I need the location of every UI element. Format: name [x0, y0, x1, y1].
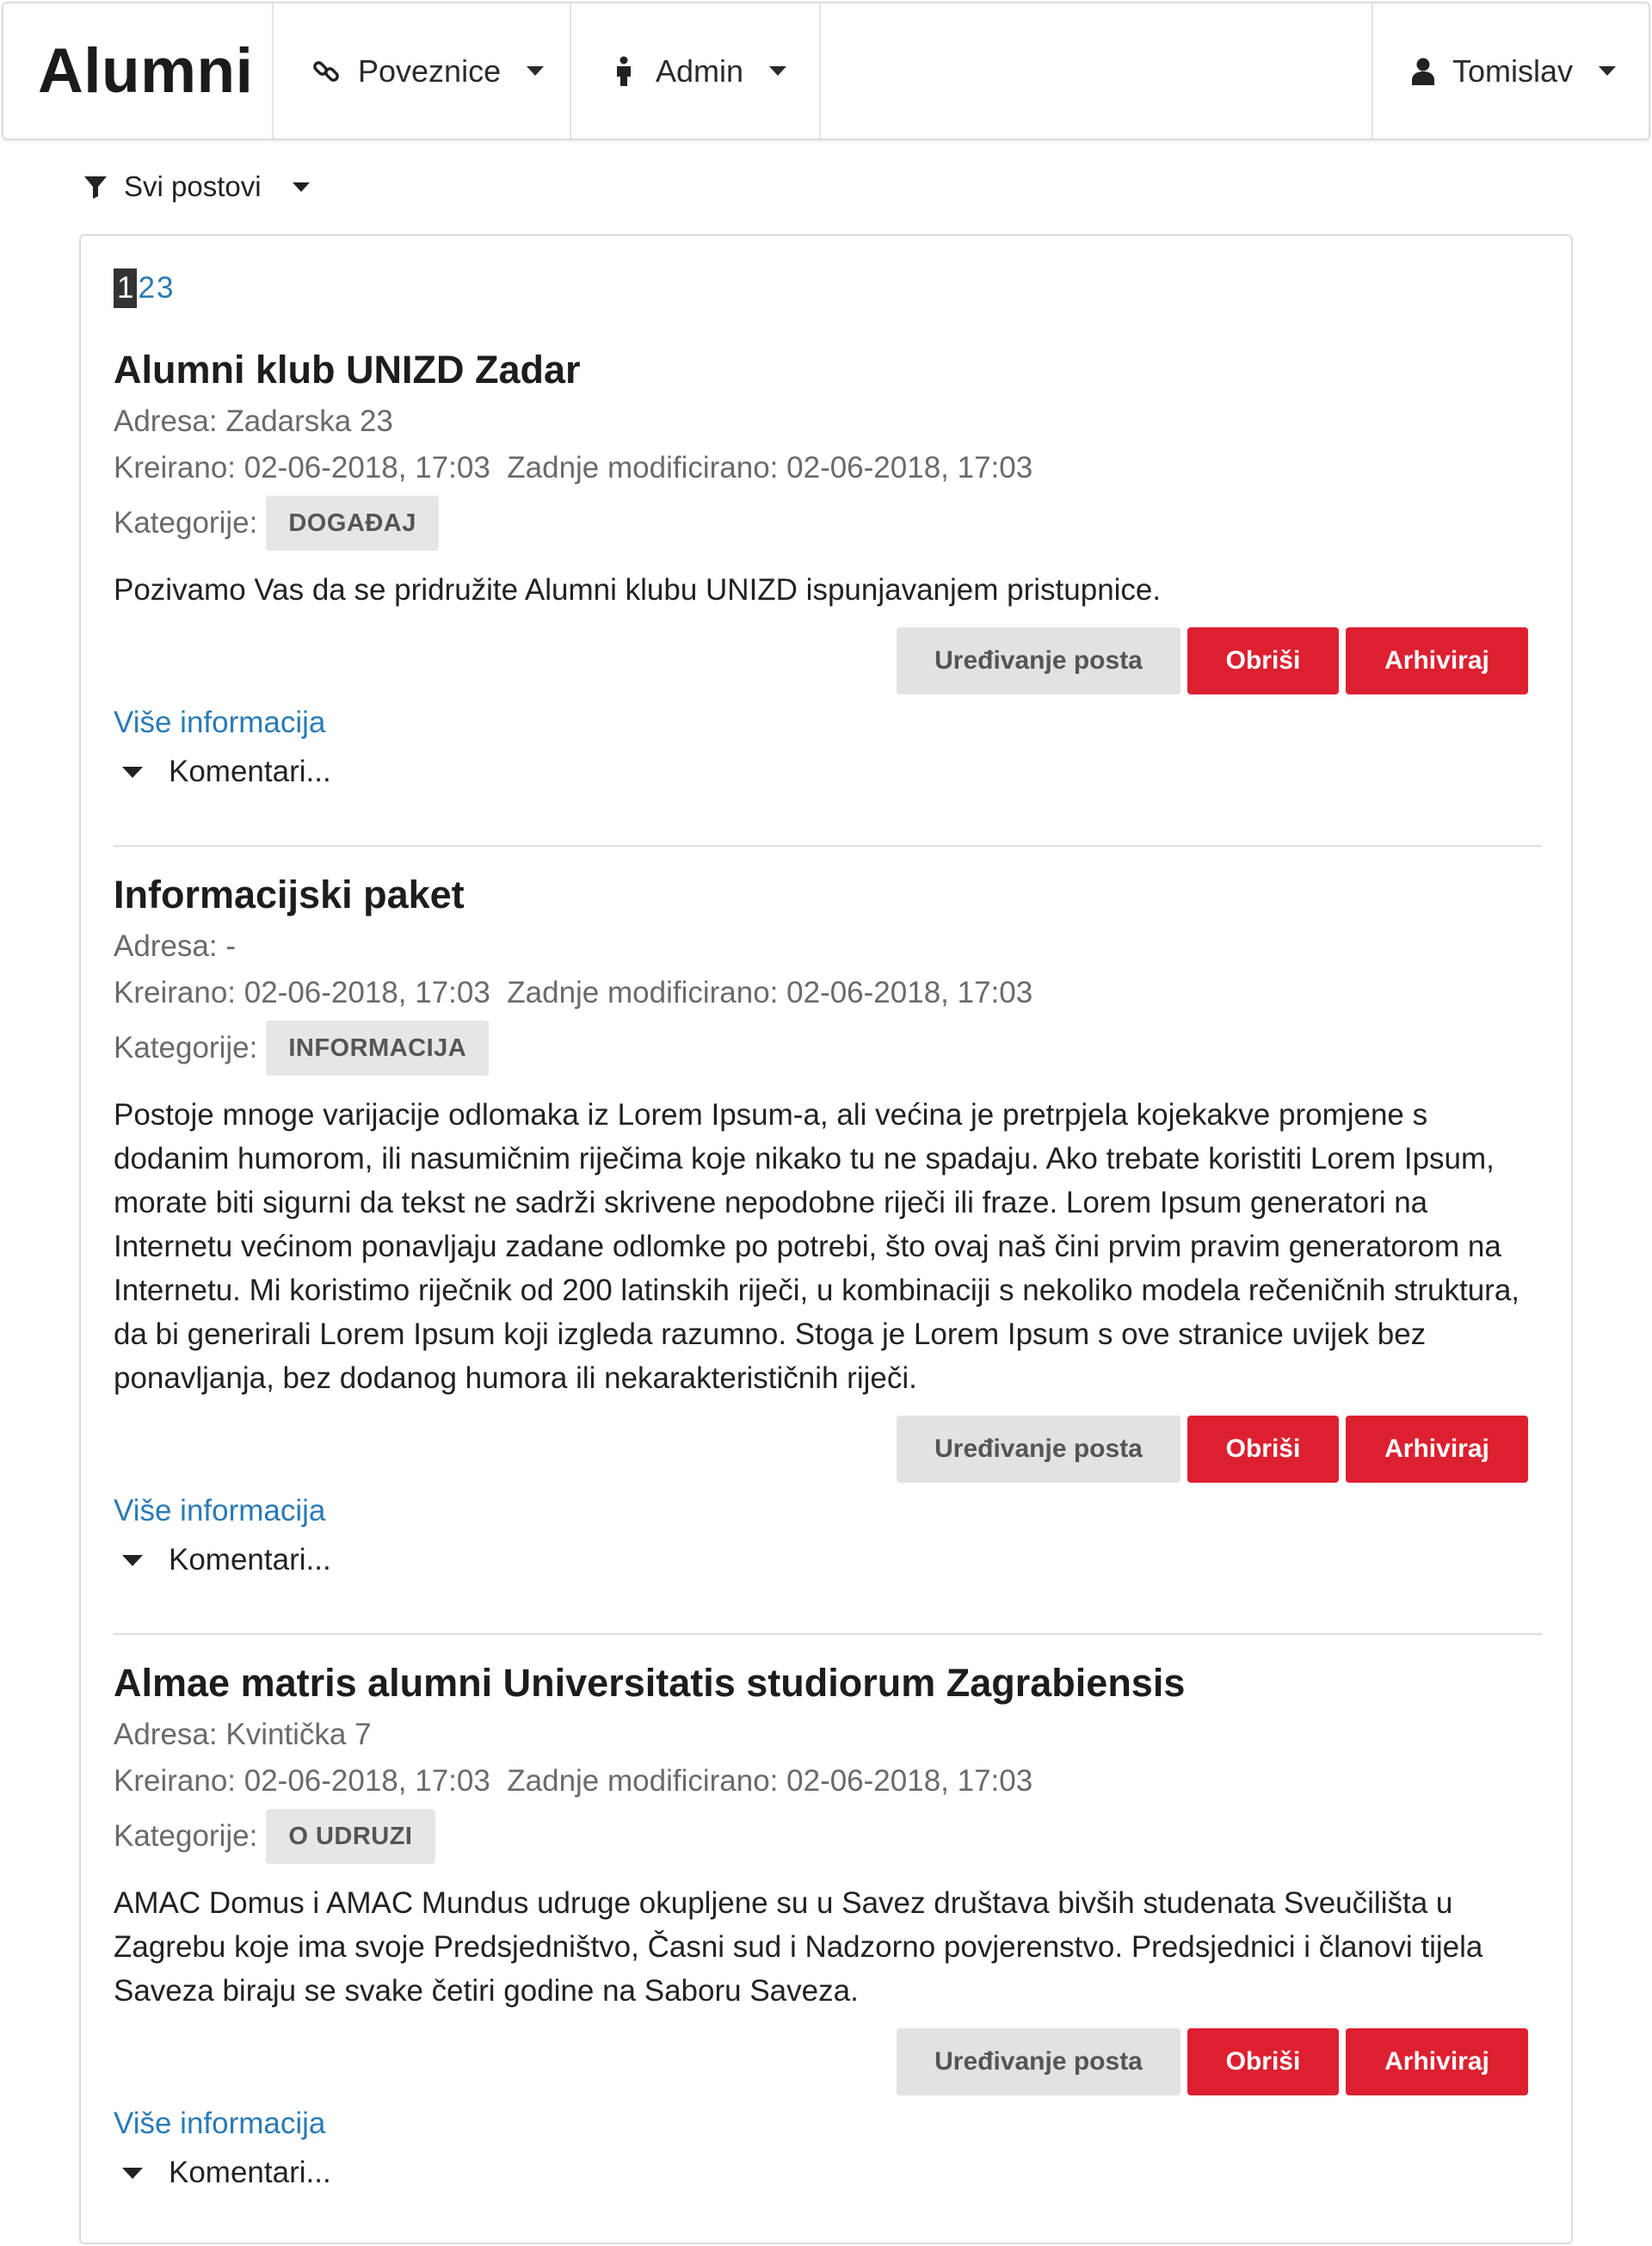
edit-post-button[interactable]: Uređivanje posta	[897, 2028, 1180, 2095]
caret-down-icon	[122, 2167, 143, 2179]
categories-label: Kategorije:	[114, 506, 258, 540]
post-actions: Uređivanje posta Obriši Arhiviraj	[114, 627, 1542, 694]
comments-label: Komentari...	[169, 2156, 331, 2189]
post-address: Adresa: Zadarska 23	[114, 404, 393, 438]
category-badge: O UDRUZI	[266, 1809, 435, 1864]
more-info-link[interactable]: Više informacija	[114, 701, 1542, 744]
link-icon	[311, 56, 341, 87]
filter-label: Svi postovi	[124, 170, 262, 202]
post-title: Almae matris alumni Universitatis studio…	[114, 1661, 1186, 1705]
comments-toggle[interactable]: Komentari...	[114, 1543, 1542, 1577]
filter-icon	[83, 174, 108, 200]
post-title: Informacijski paket	[114, 873, 465, 916]
chevron-down-icon	[769, 66, 786, 76]
page-2[interactable]: 2	[137, 268, 155, 308]
nav-dropdown-user[interactable]: Tomislav	[1373, 3, 1649, 139]
post-body: Postoje mnoge varijacije odlomaka iz Lor…	[114, 1098, 1520, 1395]
archive-post-button[interactable]: Arhiviraj	[1346, 2028, 1528, 2095]
caret-down-icon	[122, 766, 143, 778]
post-body: AMAC Domus i AMAC Mundus udruge okupljen…	[114, 1886, 1483, 2008]
post-categories: Kategorije: DOGAĐAJ	[114, 496, 1542, 551]
more-info-link[interactable]: Više informacija	[114, 2102, 1542, 2145]
post-filter-dropdown[interactable]: Svi postovi	[83, 170, 310, 203]
category-badge: INFORMACIJA	[266, 1021, 490, 1076]
chevron-down-icon	[292, 182, 310, 192]
user-icon	[1411, 56, 1435, 87]
page-3[interactable]: 3	[156, 268, 174, 308]
post-divider	[114, 845, 1542, 847]
post-dates: Kreirano: 02-06-2018, 17:03 Zadnje modif…	[114, 1764, 1033, 1798]
delete-post-button[interactable]: Obriši	[1187, 627, 1339, 694]
post-divider	[114, 1633, 1542, 1635]
edit-post-button[interactable]: Uređivanje posta	[897, 1416, 1180, 1483]
comments-label: Komentari...	[169, 1543, 331, 1577]
post-card: Almae matris alumni Universitatis studio…	[114, 1659, 1542, 2190]
caret-down-icon	[122, 1554, 143, 1566]
post-card: Informacijski paket Adresa: - Kreirano: …	[114, 871, 1542, 1577]
post-categories: Kategorije: O UDRUZI	[114, 1809, 1542, 1864]
post-address: Adresa: Kvintička 7	[114, 1718, 372, 1751]
top-navbar: Alumni Poveznice Admin Tomislav	[2, 2, 1650, 140]
chevron-down-icon	[527, 66, 545, 76]
categories-label: Kategorije:	[114, 1031, 258, 1064]
post-actions: Uređivanje posta Obriši Arhiviraj	[114, 2028, 1542, 2095]
categories-label: Kategorije:	[114, 1819, 258, 1853]
comments-toggle[interactable]: Komentari...	[114, 2156, 1542, 2190]
comments-label: Komentari...	[169, 755, 331, 788]
pagination: 1 2 3	[114, 268, 174, 308]
post-actions: Uređivanje posta Obriši Arhiviraj	[114, 1416, 1542, 1483]
delete-post-button[interactable]: Obriši	[1187, 1416, 1339, 1483]
delete-post-button[interactable]: Obriši	[1187, 2028, 1339, 2095]
page-1[interactable]: 1	[114, 268, 138, 308]
nav-user-label: Tomislav	[1452, 52, 1574, 89]
comments-toggle[interactable]: Komentari...	[114, 755, 1542, 789]
nav-dropdown-admin[interactable]: Admin	[571, 3, 821, 139]
navbar-spacer	[821, 3, 1373, 139]
post-dates: Kreirano: 02-06-2018, 17:03 Zadnje modif…	[114, 451, 1033, 484]
nav-dropdown-poveznice[interactable]: Poveznice	[274, 3, 571, 139]
post-body: Pozivamo Vas da se pridružite Alumni klu…	[114, 573, 1162, 607]
nav-poveznice-label: Poveznice	[358, 52, 502, 89]
post-categories: Kategorije: INFORMACIJA	[114, 1021, 1542, 1076]
more-info-link[interactable]: Više informacija	[114, 1490, 1542, 1533]
post-address: Adresa: -	[114, 929, 236, 963]
posts-panel: 1 2 3 Alumni klub UNIZD Zadar Adresa: Za…	[79, 234, 1573, 2244]
chevron-down-icon	[1599, 66, 1617, 76]
edit-post-button[interactable]: Uređivanje posta	[897, 627, 1180, 694]
nav-admin-label: Admin	[655, 52, 743, 89]
post-card: Alumni klub UNIZD Zadar Adresa: Zadarska…	[114, 346, 1542, 789]
post-title: Alumni klub UNIZD Zadar	[114, 348, 581, 392]
person-icon	[609, 56, 638, 87]
archive-post-button[interactable]: Arhiviraj	[1346, 627, 1528, 694]
brand-logo[interactable]: Alumni	[3, 3, 274, 139]
archive-post-button[interactable]: Arhiviraj	[1346, 1416, 1528, 1483]
post-dates: Kreirano: 02-06-2018, 17:03 Zadnje modif…	[114, 976, 1033, 1009]
category-badge: DOGAĐAJ	[266, 496, 439, 551]
